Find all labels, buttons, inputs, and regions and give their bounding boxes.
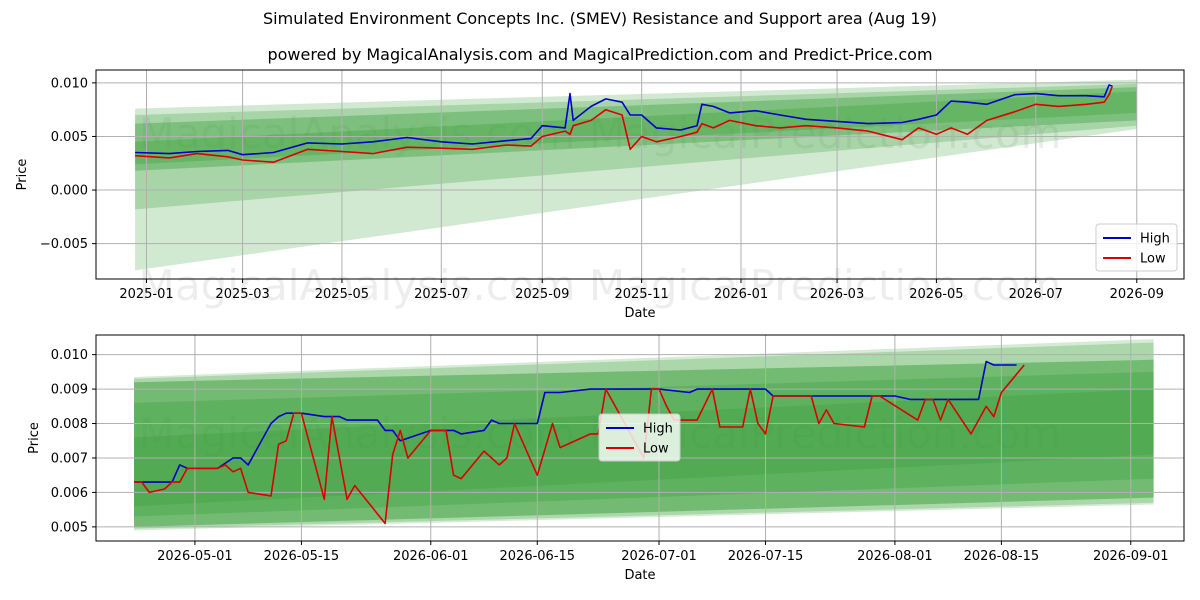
x-tick-label: 2025-03 bbox=[215, 287, 269, 302]
x-tick-label: 2026-06-01 bbox=[393, 549, 469, 564]
y-tick-label: 0.009 bbox=[51, 383, 88, 398]
y-tick-label: 0.005 bbox=[51, 130, 88, 145]
y-axis-label: Price bbox=[15, 159, 30, 191]
y-tick-label: 0.010 bbox=[51, 76, 88, 91]
legend: High Low bbox=[598, 413, 681, 462]
y-tick-label: −0.005 bbox=[40, 237, 88, 252]
legend-label-low: Low bbox=[643, 442, 669, 457]
x-tick-label: 2026-01 bbox=[714, 287, 768, 302]
legend: High Low bbox=[1095, 223, 1178, 272]
x-tick-label: 2026-08-01 bbox=[857, 549, 933, 564]
y-tick-label: 0.000 bbox=[51, 184, 88, 199]
x-tick-label: 2026-03 bbox=[810, 287, 864, 302]
legend-label-high: High bbox=[643, 422, 673, 437]
x-axis-label: Date bbox=[624, 306, 655, 321]
x-tick-label: 2025-05 bbox=[315, 287, 369, 302]
y-tick-label: 0.010 bbox=[51, 348, 88, 363]
x-tick-label: 2026-08-15 bbox=[964, 549, 1040, 564]
support-resistance-bands bbox=[135, 79, 1137, 271]
x-tick-label: 2026-07-01 bbox=[621, 549, 697, 564]
x-tick-label: 2026-05-15 bbox=[264, 549, 340, 564]
x-tick-label: 2026-05 bbox=[909, 287, 963, 302]
y-axis-label: Price bbox=[27, 422, 42, 454]
x-tick-label: 2025-07 bbox=[414, 287, 468, 302]
legend-label-low: Low bbox=[1140, 252, 1166, 267]
x-tick-label: 2026-05-01 bbox=[157, 549, 233, 564]
x-axis-label: Date bbox=[624, 568, 655, 583]
x-tick-label: 2025-01 bbox=[119, 287, 173, 302]
x-tick-label: 2025-09 bbox=[515, 287, 569, 302]
y-tick-label: 0.006 bbox=[51, 486, 88, 501]
y-tick-label: 0.008 bbox=[51, 417, 88, 432]
watermark-text: MagicalAnalysis.com MagicalPrediction.co… bbox=[139, 261, 1062, 310]
y-tick-label: 0.007 bbox=[51, 451, 88, 466]
x-tick-label: 2026-09-01 bbox=[1093, 549, 1169, 564]
y-tick-label: 0.005 bbox=[51, 520, 88, 535]
charts-canvas: MagicalAnalysis.com MagicalPrediction.co… bbox=[15, 69, 1185, 583]
legend-label-high: High bbox=[1140, 232, 1170, 247]
x-tick-label: 2026-07-15 bbox=[728, 549, 804, 564]
x-tick-label: 2025-11 bbox=[614, 287, 668, 302]
chart-2: 2026-05-01 2026-05-15 2026-06-01 2026-06-15… bbox=[27, 334, 1185, 583]
x-tick-label: 2026-09 bbox=[1110, 287, 1164, 302]
x-tick-label: 2026-06-15 bbox=[500, 549, 576, 564]
x-tick-label: 2026-07 bbox=[1009, 287, 1063, 302]
